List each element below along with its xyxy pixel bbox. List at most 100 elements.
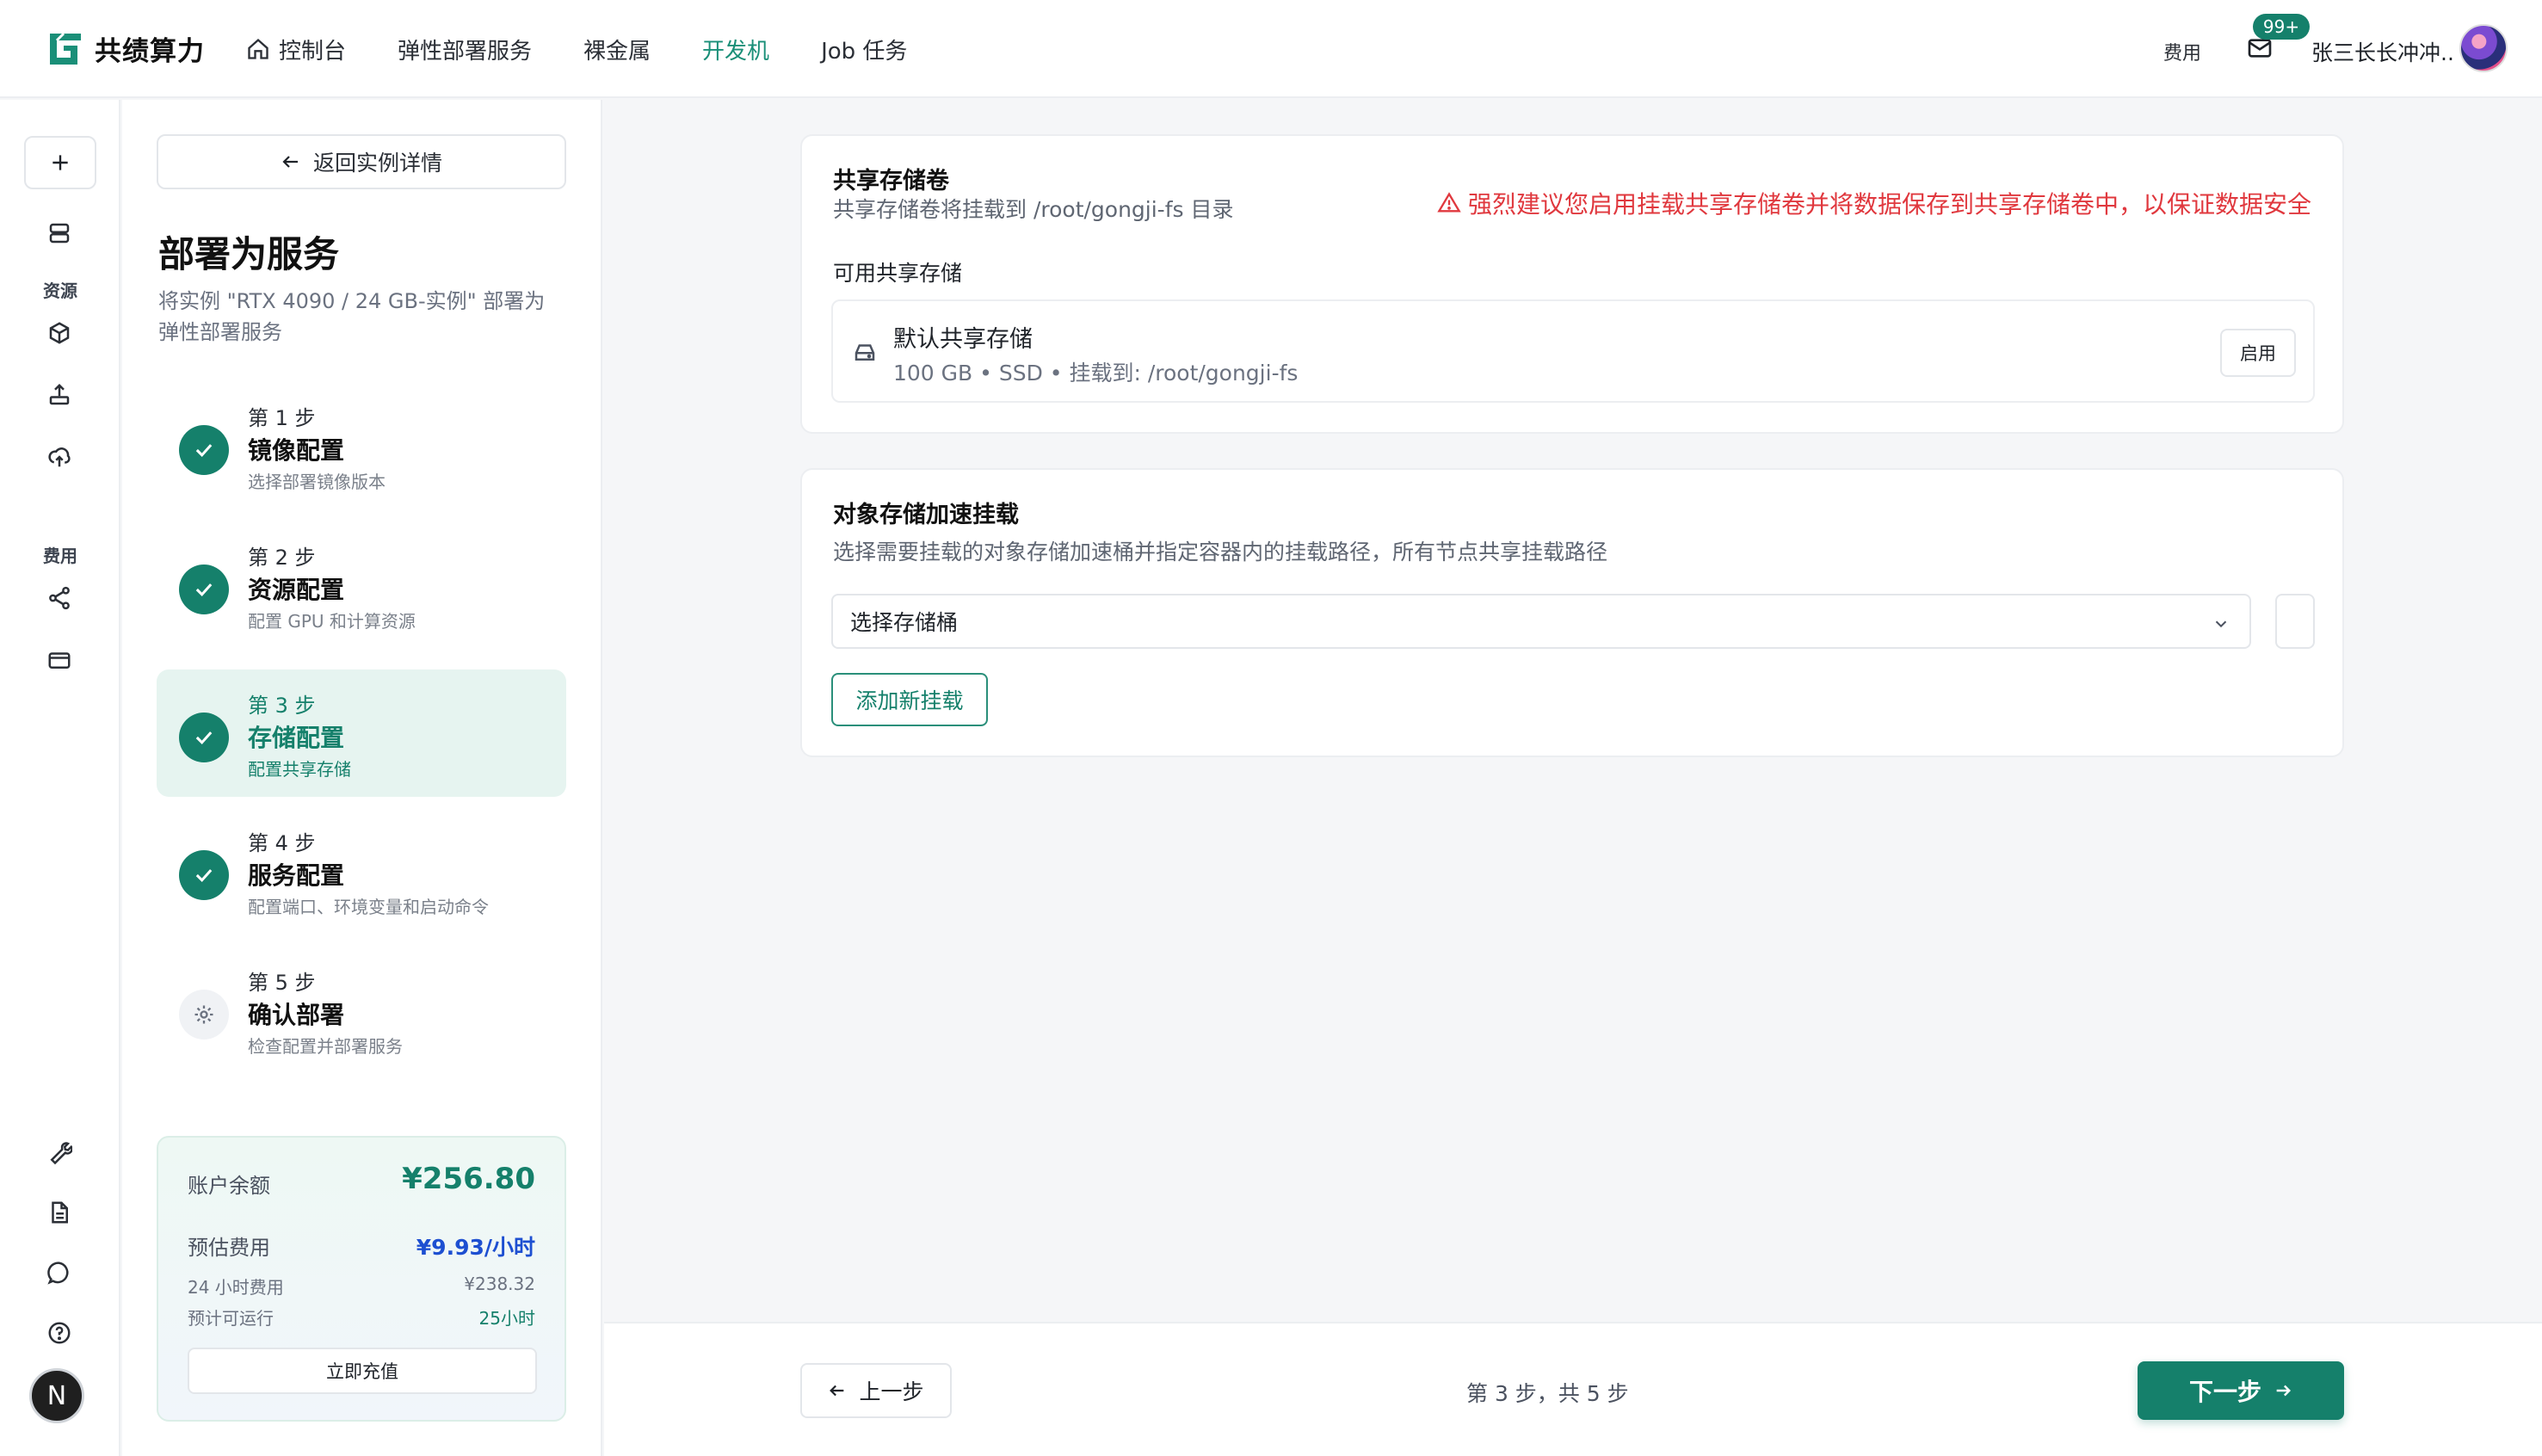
- rail-billing[interactable]: [45, 645, 74, 675]
- share-icon: [49, 586, 70, 610]
- object-storage-title: 对象存储加速挂载: [833, 502, 1019, 528]
- mount-path-input[interactable]: [2275, 594, 2315, 649]
- balance-card: 账户余额 ¥256.80 预估费用 ¥9.93/小时 24 小时费用 ¥238.…: [157, 1136, 566, 1422]
- check-icon: [195, 731, 213, 745]
- add-mount-button[interactable]: 添加新挂载: [831, 673, 988, 726]
- top-header: 共绩算力 控制台 弹性部署服务 裸金属 开发机 Job 任务 费用 99+ 张三…: [0, 0, 2542, 98]
- rail-section-resources: 资源: [43, 281, 77, 301]
- rail-images[interactable]: [45, 318, 74, 348]
- check-icon: [195, 444, 213, 458]
- hard-drive-icon: [855, 344, 875, 361]
- rail-upload[interactable]: [45, 380, 74, 410]
- upload-tray-icon: [49, 383, 70, 405]
- user-avatar[interactable]: [2459, 24, 2508, 72]
- step-subtitle: 配置共享存储: [248, 759, 351, 780]
- rail-docs[interactable]: [45, 1198, 74, 1227]
- object-storage-subtitle: 选择需要挂载的对象存储加速桶并指定容器内的挂载路径，所有节点共享挂载路径: [833, 540, 1608, 565]
- step-2[interactable]: 第 2 步 资源配置 配置 GPU 和计算资源: [157, 521, 566, 649]
- shared-storage-subtitle: 共享存储卷将挂载到 /root/gongji-fs 目录: [833, 197, 1234, 222]
- step-1[interactable]: 第 1 步 镜像配置 选择部署镜像版本: [157, 382, 566, 509]
- storage-meta: 100 GB • SSD • 挂载到: /root/gongji-fs: [893, 361, 1299, 386]
- step-4[interactable]: 第 4 步 服务配置 配置端口、环境变量和启动命令: [157, 807, 566, 935]
- arrow-right-icon: [2276, 1385, 2292, 1397]
- back-to-instance-button[interactable]: 返回实例详情: [157, 134, 566, 189]
- runtime-label: 预计可运行: [188, 1308, 274, 1329]
- step-subtitle: 检查配置并部署服务: [248, 1036, 403, 1057]
- nav-dev-machine[interactable]: 开发机: [702, 34, 769, 65]
- warning-text: 强烈建议您启用挂载共享存储卷并将数据保存到共享存储卷中，以保证数据安全: [1467, 190, 2311, 219]
- chat-icon: [47, 1262, 69, 1285]
- rail-avatar-letter: N: [46, 1380, 67, 1411]
- rail-tools[interactable]: [45, 1138, 74, 1167]
- balance-value: ¥256.80: [402, 1162, 535, 1196]
- nav-console-label: 控制台: [279, 38, 347, 65]
- enable-storage-button[interactable]: 启用: [2220, 329, 2296, 377]
- warning-triangle-icon: [1437, 192, 1461, 213]
- nav-elastic-deploy-label: 弹性部署服务: [398, 38, 533, 65]
- recharge-button-label: 立即充值: [326, 1361, 398, 1382]
- rail-share[interactable]: [45, 583, 74, 613]
- wrench-icon: [50, 1142, 72, 1165]
- nav-dev-machine-label: 开发机: [702, 38, 770, 65]
- icon-rail: 资源 费用 N: [0, 100, 120, 1456]
- rail-chat[interactable]: [45, 1258, 74, 1287]
- nav-bare-metal[interactable]: 裸金属: [583, 34, 651, 65]
- object-storage-card: 对象存储加速挂载 选择需要挂载的对象存储加速桶并指定容器内的挂载路径，所有节点共…: [800, 468, 2344, 757]
- rail-user-avatar[interactable]: N: [29, 1368, 84, 1423]
- step-check-circle: [179, 713, 229, 762]
- plus-icon: [52, 155, 68, 170]
- box-icon: [49, 322, 70, 344]
- help-icon: [48, 1322, 71, 1344]
- check-icon: [195, 869, 213, 883]
- brand-logo[interactable]: 共绩算力: [46, 29, 205, 68]
- credit-card-icon: [48, 652, 71, 669]
- nav-job-tasks-label: Job 任务: [821, 38, 908, 65]
- check-icon: [195, 583, 213, 597]
- nav-console[interactable]: 控制台: [246, 34, 346, 65]
- step-pending-circle: [179, 990, 229, 1040]
- notification-badge: 99+: [2253, 14, 2310, 40]
- daily-cost-value: ¥238.32: [464, 1274, 535, 1294]
- previous-step-button[interactable]: 上一步: [800, 1363, 952, 1418]
- step-check-circle: [179, 425, 229, 475]
- estimate-value: ¥9.93/小时: [416, 1235, 535, 1260]
- step-subtitle: 配置 GPU 和计算资源: [248, 611, 416, 632]
- step-name: 镜像配置: [248, 436, 345, 465]
- step-number: 第 3 步: [248, 694, 316, 718]
- gear-icon: [194, 1005, 213, 1024]
- steps-panel: 返回实例详情 部署为服务 将实例 "RTX 4090 / 24 GB-实例" 部…: [122, 100, 602, 1456]
- daily-cost-label: 24 小时费用: [188, 1277, 284, 1298]
- nav-elastic-deploy[interactable]: 弹性部署服务: [398, 34, 532, 65]
- shared-storage-card: 共享存储卷 共享存储卷将挂载到 /root/gongji-fs 目录 强烈建议您…: [800, 134, 2344, 434]
- brand-name: 共绩算力: [95, 36, 205, 67]
- step-number: 第 5 步: [248, 971, 316, 995]
- shared-storage-title: 共享存储卷: [833, 168, 949, 194]
- step-check-circle: [179, 565, 229, 614]
- bucket-select[interactable]: 选择存储桶: [831, 594, 2251, 649]
- home-icon: [248, 38, 268, 59]
- server-icon: [49, 223, 70, 244]
- rail-section-fees: 费用: [43, 546, 77, 566]
- nav-job-tasks[interactable]: Job 任务: [821, 34, 907, 65]
- step-5[interactable]: 第 5 步 确认部署 检查配置并部署服务: [157, 947, 566, 1074]
- back-button-label: 返回实例详情: [312, 151, 442, 176]
- rail-help[interactable]: [45, 1318, 74, 1348]
- next-step-button[interactable]: 下一步: [2138, 1361, 2344, 1420]
- step-number: 第 2 步: [248, 546, 316, 570]
- rail-cloud[interactable]: [45, 442, 74, 472]
- nav-bare-metal-label: 裸金属: [583, 38, 651, 65]
- step-indicator: 第 3 步，共 5 步: [1466, 1381, 1629, 1406]
- step-3[interactable]: 第 3 步 存储配置 配置共享存储: [157, 669, 566, 797]
- rail-instances[interactable]: [45, 219, 74, 248]
- step-subtitle: 配置端口、环境变量和启动命令: [248, 897, 489, 917]
- recharge-button[interactable]: 立即充值: [188, 1348, 537, 1394]
- step-number: 第 1 步: [248, 406, 316, 430]
- add-mount-label: 添加新挂载: [855, 688, 964, 713]
- step-name: 确认部署: [248, 1001, 345, 1029]
- runtime-value: 25小时: [478, 1308, 535, 1329]
- step-name: 服务配置: [248, 861, 345, 890]
- create-button[interactable]: [24, 136, 96, 189]
- user-name[interactable]: 张三长长冲冲..: [2311, 36, 2454, 67]
- arrow-left-icon: [282, 156, 298, 168]
- fee-link[interactable]: 费用: [2163, 38, 2201, 65]
